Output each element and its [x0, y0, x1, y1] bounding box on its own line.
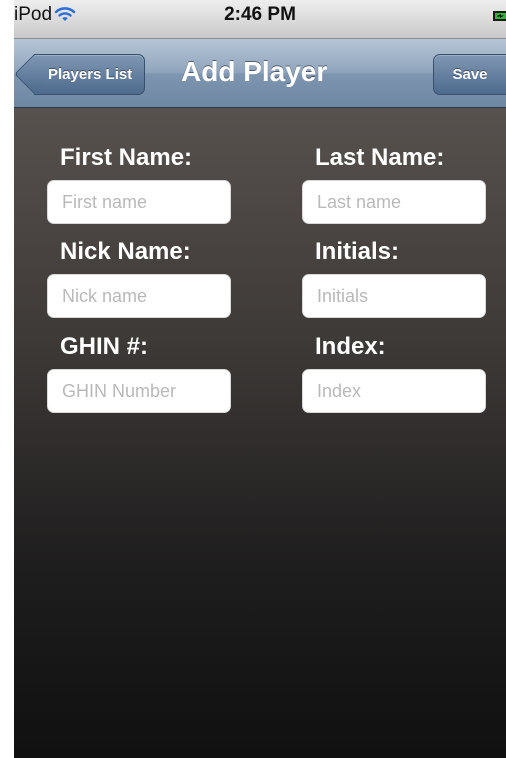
first-name-input[interactable]	[47, 180, 231, 224]
status-bar: iPod 2:46 PM	[14, 0, 506, 39]
save-button[interactable]: Save	[433, 54, 506, 95]
first-name-label: First Name:	[60, 144, 193, 171]
initials-label: Initials:	[315, 238, 400, 265]
ghin-number-input[interactable]	[47, 369, 231, 413]
index-label: Index:	[315, 333, 386, 360]
ghin-label: GHIN #:	[60, 333, 149, 360]
nick-name-input[interactable]	[47, 274, 231, 318]
index-input[interactable]	[302, 369, 486, 413]
page-title: Add Player	[181, 56, 328, 87]
add-player-form: First Name: Last Name: Nick Name: Initia…	[14, 108, 506, 758]
players-list-back-button[interactable]: Players List	[34, 54, 146, 95]
last-name-label: Last Name:	[315, 144, 445, 171]
nick-name-label: Nick Name:	[60, 238, 191, 265]
navigation-bar: Players List Add Player Save	[14, 39, 506, 108]
initials-input[interactable]	[302, 274, 486, 318]
last-name-input[interactable]	[302, 180, 486, 224]
battery-charging-icon	[492, 9, 506, 28]
status-time: 2:46 PM	[224, 4, 296, 25]
device-screen: iPod 2:46 PM Players List Add Player Sav…	[14, 0, 506, 758]
back-button-label: Players List	[48, 66, 133, 83]
